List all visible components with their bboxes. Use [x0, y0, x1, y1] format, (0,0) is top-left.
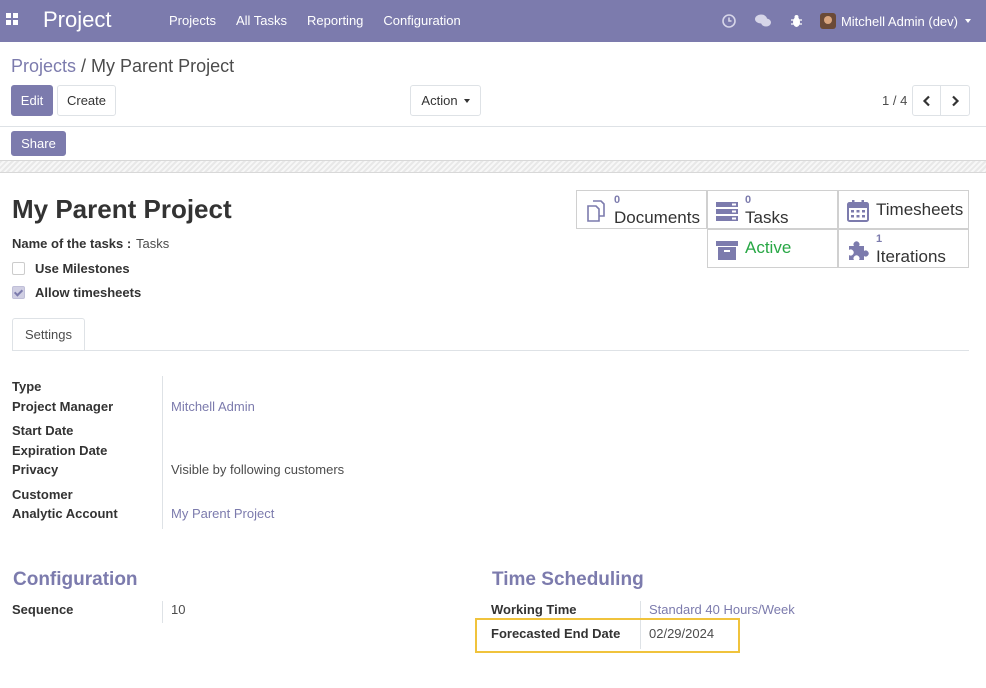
- active-toggle-button[interactable]: Active: [707, 229, 838, 268]
- settings-column-separator: [162, 376, 163, 529]
- menu-configuration[interactable]: Configuration: [373, 0, 470, 42]
- chevron-right-icon: [952, 95, 960, 106]
- chevron-down-icon: [463, 98, 470, 103]
- pager-value[interactable]: 1 / 4: [882, 93, 907, 108]
- statusbar-divider: [0, 160, 986, 173]
- edit-button[interactable]: Edit: [11, 85, 53, 116]
- menu-all-tasks[interactable]: All Tasks: [226, 0, 297, 42]
- user-menu[interactable]: Mitchell Admin (dev): [814, 0, 986, 42]
- customer-label: Customer: [12, 487, 73, 502]
- calendar-icon: [847, 200, 869, 222]
- tasks-icon: [716, 202, 738, 221]
- timesheets-smart-button[interactable]: Timesheets: [838, 190, 969, 229]
- share-button[interactable]: Share: [11, 131, 66, 156]
- type-label: Type: [12, 379, 42, 394]
- tab-divider: [12, 350, 969, 351]
- sequence-value[interactable]: 10: [171, 602, 185, 617]
- privacy-label: Privacy: [12, 462, 59, 477]
- documents-label: Documents: [614, 208, 700, 227]
- documents-icon: [587, 200, 605, 222]
- action-label: Action: [421, 93, 458, 108]
- project-title[interactable]: My Parent Project: [12, 194, 232, 225]
- active-label: Active: [745, 238, 792, 257]
- iterations-count: 1: [876, 233, 883, 245]
- tasks-smart-button[interactable]: 0 Tasks: [707, 190, 838, 229]
- tasks-name-label: Name of the tasks :: [12, 236, 132, 251]
- puzzle-icon: [849, 241, 869, 260]
- menu-projects[interactable]: Projects: [159, 0, 226, 42]
- systray: Mitchell Admin (dev): [712, 0, 986, 42]
- tasks-label: Tasks: [745, 208, 789, 227]
- chevron-down-icon: [965, 19, 971, 23]
- breadcrumb-projects[interactable]: Projects: [11, 56, 76, 76]
- breadcrumb: Projects / My Parent Project: [11, 56, 234, 77]
- project-manager-value[interactable]: Mitchell Admin: [171, 399, 255, 414]
- clock-icon[interactable]: [712, 0, 746, 42]
- forecasted-end-date-highlight: [475, 618, 740, 653]
- pager-previous-button[interactable]: [912, 85, 942, 116]
- use-milestones-checkbox[interactable]: [12, 262, 25, 275]
- use-milestones-label: Use Milestones: [35, 261, 130, 276]
- chat-icon[interactable]: [746, 0, 780, 42]
- app-brand[interactable]: Project: [43, 7, 111, 33]
- chevron-left-icon: [922, 95, 930, 106]
- top-navbar: Project Projects All Tasks Reporting Con…: [0, 0, 986, 42]
- iterations-label: Iterations: [876, 247, 946, 266]
- documents-count: 0: [614, 194, 621, 206]
- allow-timesheets-checkbox[interactable]: [12, 286, 25, 299]
- user-name: Mitchell Admin (dev): [840, 13, 958, 29]
- expiration-date-label: Expiration Date: [12, 443, 108, 458]
- archive-icon: [716, 241, 738, 260]
- iterations-smart-button[interactable]: 1 Iterations: [838, 229, 969, 268]
- apps-menu-icon[interactable]: [6, 13, 18, 25]
- avatar: [819, 13, 836, 29]
- breadcrumb-separator: /: [81, 56, 87, 76]
- working-time-label: Working Time: [491, 602, 577, 617]
- sequence-label: Sequence: [12, 602, 74, 617]
- tasks-count: 0: [745, 194, 752, 206]
- timesheets-label: Timesheets: [876, 200, 964, 219]
- main-menu: Projects All Tasks Reporting Configurati…: [159, 0, 471, 42]
- menu-reporting[interactable]: Reporting: [297, 0, 373, 42]
- working-time-value[interactable]: Standard 40 Hours/Week: [649, 602, 795, 617]
- analytic-account-label: Analytic Account: [12, 506, 118, 521]
- breadcrumb-current: My Parent Project: [91, 56, 235, 76]
- tab-settings[interactable]: Settings: [12, 318, 85, 351]
- pager-next-button[interactable]: [940, 85, 970, 116]
- bug-icon[interactable]: [780, 0, 814, 42]
- action-dropdown[interactable]: Action: [410, 85, 481, 116]
- allow-timesheets-label: Allow timesheets: [35, 285, 142, 300]
- configuration-column-separator: [162, 601, 163, 623]
- start-date-label: Start Date: [12, 423, 74, 438]
- documents-smart-button[interactable]: 0 Documents: [576, 190, 707, 229]
- create-button[interactable]: Create: [57, 85, 116, 116]
- configuration-title: Configuration: [13, 569, 138, 590]
- control-panel-divider: [0, 126, 986, 127]
- time-scheduling-title: Time Scheduling: [492, 569, 644, 590]
- project-manager-label: Project Manager: [12, 399, 114, 414]
- analytic-account-value[interactable]: My Parent Project: [171, 506, 274, 521]
- privacy-value[interactable]: Visible by following customers: [171, 462, 344, 477]
- tasks-name-value[interactable]: Tasks: [136, 236, 169, 251]
